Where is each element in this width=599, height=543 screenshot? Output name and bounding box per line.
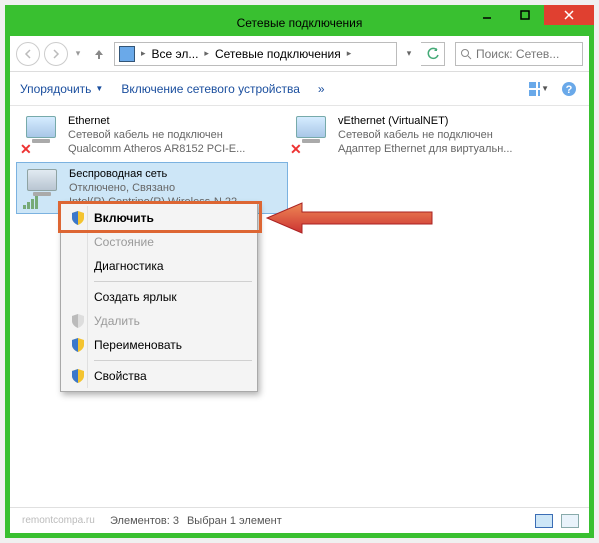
chevron-right-icon: ▸ <box>202 48 211 59</box>
ctx-status: Состояние <box>64 230 254 254</box>
adapter-driver: Адаптер Ethernet для виртуальн... <box>338 142 512 156</box>
chevron-down-icon: ▼ <box>95 84 103 93</box>
ctx-delete: Удалить <box>64 309 254 333</box>
shield-icon <box>70 337 86 353</box>
search-box[interactable]: Поиск: Сетев... <box>455 42 583 66</box>
chevron-right-icon: ▸ <box>345 48 354 59</box>
shield-icon <box>70 313 86 329</box>
adapter-status: Сетевой кабель не подключен <box>338 128 512 142</box>
details-view-button[interactable] <box>535 514 553 528</box>
adapter-icon: ✕ <box>20 114 62 156</box>
navigation-bar: ▾ ▸ Все эл... ▸ Сетевые подключения ▸ ▾ … <box>10 36 589 72</box>
location-icon <box>119 46 135 62</box>
wifi-signal-icon <box>23 196 38 209</box>
adapter-driver: Qualcomm Atheros AR8152 PCI-E... <box>68 142 245 156</box>
close-button[interactable] <box>544 5 594 25</box>
menu-separator <box>94 281 252 282</box>
ctx-diagnose[interactable]: Диагностика <box>64 254 254 278</box>
adapter-status: Отключено, Связано <box>69 181 246 195</box>
breadcrumb-item[interactable]: Все эл... <box>152 47 199 61</box>
adapter-icon: ✕ <box>290 114 332 156</box>
search-placeholder: Поиск: Сетев... <box>476 47 559 61</box>
ctx-properties[interactable]: Свойства <box>64 364 254 388</box>
title-bar: Сетевые подключения <box>10 10 589 36</box>
chevron-right-icon: ▸ <box>139 48 148 59</box>
status-item-count: Элементов: 3 <box>110 515 179 527</box>
ctx-rename[interactable]: Переименовать <box>64 333 254 357</box>
command-bar: Упорядочить ▼ Включение сетевого устройс… <box>10 72 589 106</box>
watermark-text: remontcompa.ru <box>22 515 95 526</box>
tiles-view-button[interactable] <box>561 514 579 528</box>
back-button[interactable] <box>16 42 40 66</box>
organize-menu[interactable]: Упорядочить ▼ <box>20 82 103 96</box>
enable-device-command[interactable]: Включение сетевого устройства <box>121 82 300 96</box>
menu-separator <box>94 360 252 361</box>
window-controls <box>468 5 594 25</box>
error-x-icon: ✕ <box>290 142 302 156</box>
adapter-name: Ethernet <box>68 114 245 128</box>
error-x-icon: ✕ <box>20 142 32 156</box>
search-icon <box>460 48 472 60</box>
breadcrumb-item[interactable]: Сетевые подключения <box>215 47 341 61</box>
annotation-arrow <box>262 200 442 240</box>
adapter-item-vethernet[interactable]: ✕ vEthernet (VirtualNET) Сетевой кабель … <box>286 110 546 160</box>
view-options-button[interactable]: ▼ <box>529 80 549 98</box>
up-button[interactable] <box>88 43 110 65</box>
forward-button[interactable] <box>44 42 68 66</box>
help-button[interactable]: ? <box>559 80 579 98</box>
status-selected-count: Выбран 1 элемент <box>187 515 282 527</box>
refresh-button[interactable] <box>421 42 445 66</box>
ctx-create-shortcut[interactable]: Создать ярлык <box>64 285 254 309</box>
adapter-name: vEthernet (VirtualNET) <box>338 114 512 128</box>
status-bar: remontcompa.ru Элементов: 3 Выбран 1 эле… <box>10 507 589 533</box>
annotation-highlight <box>58 201 262 233</box>
adapter-item-ethernet[interactable]: ✕ Ethernet Сетевой кабель не подключен Q… <box>16 110 276 160</box>
adapter-icon <box>21 167 63 209</box>
overflow-chevron[interactable]: » <box>318 82 325 96</box>
address-bar[interactable]: ▸ Все эл... ▸ Сетевые подключения ▸ <box>114 42 397 66</box>
adapter-status: Сетевой кабель не подключен <box>68 128 245 142</box>
adapter-name: Беспроводная сеть <box>69 167 246 181</box>
minimize-button[interactable] <box>468 5 506 25</box>
history-dropdown[interactable]: ▾ <box>72 48 84 59</box>
svg-text:?: ? <box>566 84 573 96</box>
address-dropdown[interactable]: ▾ <box>401 48 417 59</box>
maximize-button[interactable] <box>506 5 544 25</box>
shield-icon <box>70 368 86 384</box>
